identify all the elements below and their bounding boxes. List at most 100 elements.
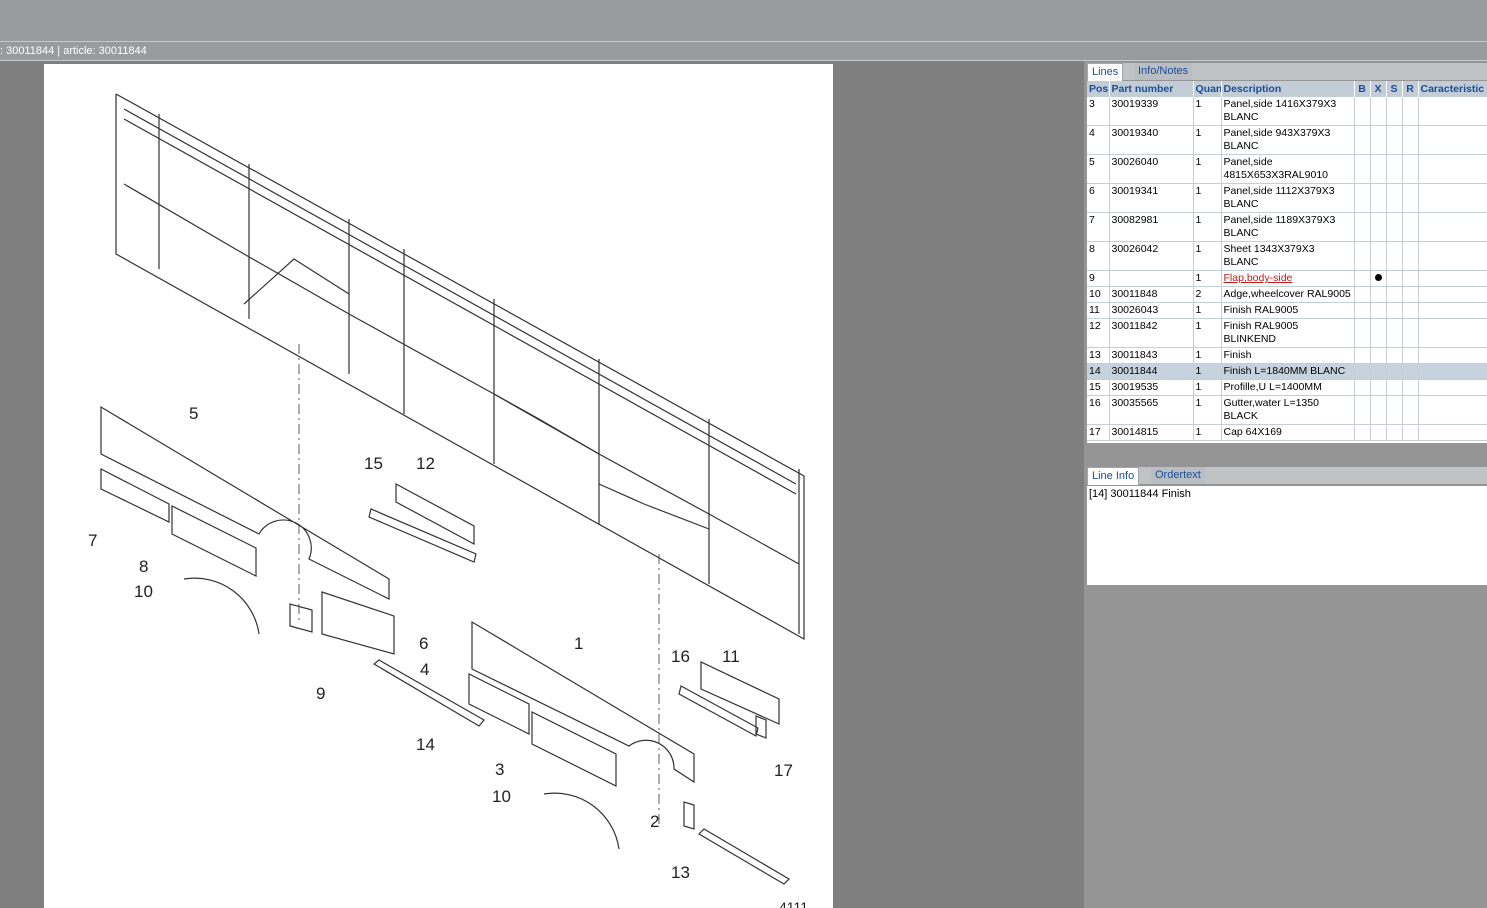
callout-8: 8 xyxy=(139,557,148,576)
drawing-viewer[interactable]: 5 15 12 7 8 10 6 9 4 1 16 11 14 3 17 10 … xyxy=(0,61,1084,908)
table-row[interactable]: 15 30019535 1 Profille,U L=1400MM xyxy=(1087,379,1487,396)
row-characteristic xyxy=(1418,270,1487,287)
callout-9: 9 xyxy=(316,684,325,703)
row-x xyxy=(1370,125,1387,155)
row-quantity: 1 xyxy=(1193,154,1222,184)
row-quantity: 1 xyxy=(1193,97,1222,126)
row-x xyxy=(1370,286,1387,303)
table-row[interactable]: 8 30026042 1 Sheet 1343X379X3 BLANC xyxy=(1087,241,1487,271)
col-b[interactable]: B xyxy=(1354,81,1371,97)
table-row[interactable]: 9 1 Flap,body-side xyxy=(1087,270,1487,287)
row-x xyxy=(1370,424,1387,441)
col-x[interactable]: X xyxy=(1370,81,1387,97)
row-quantity: 1 xyxy=(1193,212,1222,242)
col-description[interactable]: Description xyxy=(1221,81,1355,97)
callout-6: 6 xyxy=(419,634,428,653)
row-characteristic xyxy=(1418,424,1487,441)
right-panel: Lines Info/Notes Pos Part number Quan De… xyxy=(1084,61,1487,908)
row-quantity: 1 xyxy=(1193,302,1222,319)
row-x xyxy=(1370,302,1387,319)
callout-7: 7 xyxy=(88,531,97,550)
row-description: Cap 64X169 xyxy=(1221,424,1355,441)
row-b xyxy=(1354,212,1371,242)
col-part-number[interactable]: Part number xyxy=(1109,81,1194,97)
table-row[interactable]: 13 30011843 1 Finish xyxy=(1087,347,1487,364)
document-title: : 30011844 | article: 30011844 xyxy=(0,45,147,57)
top-toolbar xyxy=(0,0,1487,42)
callout-10b: 10 xyxy=(492,787,511,806)
row-s xyxy=(1386,379,1403,396)
row-x xyxy=(1370,183,1387,213)
table-row[interactable]: 6 30019341 1 Panel,side 1112X379X3 BLANC xyxy=(1087,183,1487,213)
row-characteristic xyxy=(1418,286,1487,303)
table-row[interactable]: 17 30014815 1 Cap 64X169 xyxy=(1087,424,1487,441)
row-pos: 17 xyxy=(1087,424,1110,441)
finish-12 xyxy=(395,482,475,546)
panel-6 xyxy=(321,591,395,655)
row-s xyxy=(1386,395,1403,425)
row-b xyxy=(1354,125,1371,155)
table-row[interactable]: 10 30011848 2 Adge,wheelcover RAL9005 xyxy=(1087,286,1487,303)
parts-diagram-svg: 5 15 12 7 8 10 6 9 4 1 16 11 14 3 17 10 … xyxy=(88,93,808,908)
row-description: Panel,side 4815X653X3RAL9010 xyxy=(1221,154,1355,184)
row-s xyxy=(1386,424,1403,441)
tab-lines[interactable]: Lines xyxy=(1087,63,1124,81)
table-row[interactable]: 16 30035565 1 Gutter,water L=1350 BLACK xyxy=(1087,395,1487,425)
col-characteristic[interactable]: Caracteristic xyxy=(1418,81,1487,97)
row-b xyxy=(1354,97,1371,126)
callout-1: 1 xyxy=(574,634,583,653)
row-part-number: 30011848 xyxy=(1109,286,1194,303)
row-x xyxy=(1370,154,1387,184)
row-description: Gutter,water L=1350 BLACK xyxy=(1221,395,1355,425)
callout-2: 2 xyxy=(650,812,659,831)
callout-4: 4 xyxy=(420,660,429,679)
row-x xyxy=(1370,212,1387,242)
row-description: Profille,U L=1400MM xyxy=(1221,379,1355,396)
row-r xyxy=(1402,212,1419,242)
line-info-panel: [14] 30011844 Finish xyxy=(1087,486,1487,585)
table-row[interactable]: 14 30011844 1 Finish L=1840MM BLANC xyxy=(1087,363,1487,380)
col-r[interactable]: R xyxy=(1402,81,1419,97)
finish-2 xyxy=(683,801,695,830)
row-part-number xyxy=(1109,270,1194,287)
tab-line-info[interactable]: Line Info xyxy=(1087,467,1140,485)
table-row[interactable]: 5 30026040 1 Panel,side 4815X653X3RAL9010 xyxy=(1087,154,1487,184)
row-pos: 11 xyxy=(1087,302,1110,319)
table-row[interactable]: 7 30082981 1 Panel,side 1189X379X3 BLANC xyxy=(1087,212,1487,242)
row-x xyxy=(1370,270,1387,287)
row-quantity: 1 xyxy=(1193,347,1222,364)
row-s xyxy=(1386,125,1403,155)
row-description: Flap,body-side xyxy=(1221,270,1355,287)
tab-info-notes[interactable]: Info/Notes xyxy=(1134,63,1193,80)
callout-12: 12 xyxy=(416,454,435,473)
col-s[interactable]: S xyxy=(1386,81,1403,97)
callout-3: 3 xyxy=(495,760,504,779)
col-quantity[interactable]: Quan xyxy=(1193,81,1222,97)
table-row[interactable]: 4 30019340 1 Panel,side 943X379X3 BLANC xyxy=(1087,125,1487,155)
description-link[interactable]: Flap,body-side xyxy=(1224,272,1293,284)
row-quantity: 1 xyxy=(1193,363,1222,380)
row-quantity: 1 xyxy=(1193,241,1222,271)
table-row[interactable]: 11 30026043 1 Finish RAL9005 xyxy=(1087,302,1487,319)
callout-5: 5 xyxy=(189,404,198,423)
row-r xyxy=(1402,286,1419,303)
row-b xyxy=(1354,379,1371,396)
document-title-bar: : 30011844 | article: 30011844 xyxy=(0,42,1487,61)
row-quantity: 1 xyxy=(1193,183,1222,213)
finish-11 xyxy=(700,661,780,725)
row-r xyxy=(1402,183,1419,213)
table-row[interactable]: 3 30019339 1 Panel,side 1416X379X3 BLANC xyxy=(1087,97,1487,126)
tab-ordertext[interactable]: Ordertext xyxy=(1151,467,1205,484)
row-description: Finish RAL9005 BLINKEND xyxy=(1221,318,1355,348)
row-part-number: 30082981 xyxy=(1109,212,1194,242)
row-r xyxy=(1402,270,1419,287)
row-characteristic xyxy=(1418,395,1487,425)
row-pos: 9 xyxy=(1087,270,1110,287)
row-x xyxy=(1370,363,1387,380)
col-pos[interactable]: Pos xyxy=(1087,81,1110,97)
table-row[interactable]: 12 30011842 1 Finish RAL9005 BLINKEND xyxy=(1087,318,1487,348)
exploded-parts-drawing: 5 15 12 7 8 10 6 9 4 1 16 11 14 3 17 10 … xyxy=(44,64,833,908)
callout-17: 17 xyxy=(774,761,793,780)
row-s xyxy=(1386,183,1403,213)
finish-13 xyxy=(698,828,790,885)
